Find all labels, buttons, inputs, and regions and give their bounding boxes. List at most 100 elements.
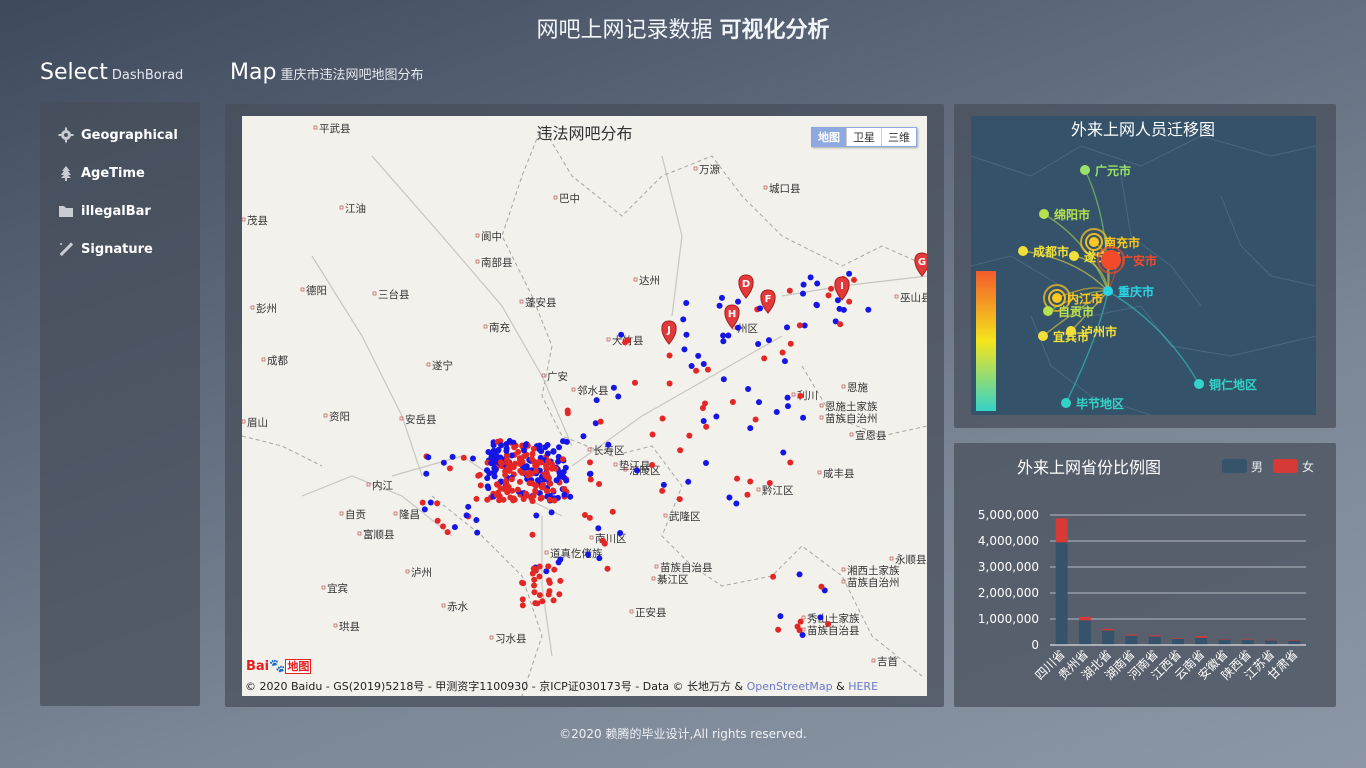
cafe-point[interactable] xyxy=(536,592,543,599)
cafe-point[interactable] xyxy=(532,482,539,489)
cafe-point[interactable] xyxy=(610,384,617,391)
cafe-point[interactable] xyxy=(784,394,791,401)
cafe-point[interactable] xyxy=(744,491,751,498)
cafe-point[interactable] xyxy=(660,481,667,488)
cafe-point[interactable] xyxy=(677,447,684,454)
cafe-point[interactable] xyxy=(725,332,732,339)
cafe-point[interactable] xyxy=(544,465,551,472)
cafe-point[interactable] xyxy=(783,324,790,331)
bar-female[interactable] xyxy=(1195,636,1208,638)
sidebar-item-geographical[interactable]: Geographical xyxy=(40,116,200,154)
visual-map-legend[interactable] xyxy=(976,271,996,411)
cafe-point[interactable] xyxy=(519,579,526,586)
cafe-point[interactable] xyxy=(601,540,608,547)
cafe-point[interactable] xyxy=(514,486,521,493)
cafe-point[interactable] xyxy=(434,517,441,524)
cafe-point[interactable] xyxy=(556,444,563,451)
cafe-point[interactable] xyxy=(538,494,545,501)
cafe-point[interactable] xyxy=(504,489,511,496)
cafe-point[interactable] xyxy=(716,302,723,309)
cafe-point[interactable] xyxy=(521,447,528,454)
cafe-point[interactable] xyxy=(427,499,434,506)
cafe-point[interactable] xyxy=(546,588,553,595)
cafe-point[interactable] xyxy=(525,472,532,479)
migration-city-绵阳市[interactable]: 绵阳市 xyxy=(1039,207,1090,222)
cafe-point[interactable] xyxy=(817,614,824,621)
cafe-point[interactable] xyxy=(477,482,484,489)
bar-female[interactable] xyxy=(1102,628,1115,631)
cafe-point[interactable] xyxy=(516,478,523,485)
baidu-map[interactable]: 平武县茂县江油巴中万源城口县阆中南部县德阳三台县达州彭州蓬安县南充大竹县成都遂宁… xyxy=(242,116,927,696)
cafe-point[interactable] xyxy=(615,393,622,400)
cafe-point[interactable] xyxy=(517,458,524,465)
cafe-point[interactable] xyxy=(825,621,832,628)
cafe-point[interactable] xyxy=(475,472,482,479)
cafe-point[interactable] xyxy=(713,413,720,420)
cafe-point[interactable] xyxy=(550,597,557,604)
cafe-point[interactable] xyxy=(545,563,552,570)
cafe-point[interactable] xyxy=(700,418,707,425)
cafe-point[interactable] xyxy=(567,493,574,500)
cafe-point[interactable] xyxy=(825,292,832,299)
cafe-point[interactable] xyxy=(555,559,562,566)
cafe-point[interactable] xyxy=(747,425,754,432)
cafe-point[interactable] xyxy=(522,441,529,448)
cafe-point[interactable] xyxy=(503,447,510,454)
cafe-point[interactable] xyxy=(800,281,807,288)
cafe-point[interactable] xyxy=(701,400,708,407)
cafe-point[interactable] xyxy=(498,442,505,449)
cafe-point[interactable] xyxy=(551,497,558,504)
cafe-point[interactable] xyxy=(561,485,568,492)
cafe-point[interactable] xyxy=(556,591,563,598)
cafe-point[interactable] xyxy=(539,598,546,605)
bar-male[interactable] xyxy=(1288,640,1301,645)
cafe-point[interactable] xyxy=(747,478,754,485)
cafe-point[interactable] xyxy=(780,449,787,456)
cafe-point[interactable] xyxy=(530,445,537,452)
cafe-point[interactable] xyxy=(649,431,656,438)
cafe-point[interactable] xyxy=(702,460,709,467)
cafe-point[interactable] xyxy=(631,379,638,386)
bar-female[interactable] xyxy=(1125,634,1138,636)
map-marker-f[interactable]: F xyxy=(760,289,776,314)
map-canvas[interactable]: 平武县茂县江油巴中万源城口县阆中南部县德阳三台县达州彭州蓬安县南充大竹县成都遂宁… xyxy=(242,116,927,696)
map-marker-i[interactable]: I xyxy=(834,276,850,301)
cafe-point[interactable] xyxy=(766,479,773,486)
cafe-point[interactable] xyxy=(846,270,853,277)
cafe-point[interactable] xyxy=(531,576,538,583)
cafe-point[interactable] xyxy=(547,480,554,487)
baidu-logo[interactable]: Bai🐾 地图 xyxy=(246,658,312,674)
map-type-3d-button[interactable]: 三维 xyxy=(881,128,916,146)
cafe-point[interactable] xyxy=(688,362,695,369)
cafe-point[interactable] xyxy=(440,523,447,530)
cafe-point[interactable] xyxy=(695,352,702,359)
bar-male[interactable] xyxy=(1218,639,1231,645)
cafe-point[interactable] xyxy=(818,583,825,590)
cafe-point[interactable] xyxy=(551,566,558,573)
cafe-point[interactable] xyxy=(837,321,844,328)
legend-item-male[interactable]: 男 xyxy=(1222,459,1263,474)
cafe-point[interactable] xyxy=(828,285,835,292)
cafe-point[interactable] xyxy=(770,573,777,580)
bar-female[interactable] xyxy=(1055,518,1068,543)
cafe-point[interactable] xyxy=(605,441,612,448)
cafe-point[interactable] xyxy=(521,464,528,471)
cafe-point[interactable] xyxy=(617,529,624,536)
cafe-point[interactable] xyxy=(531,582,538,589)
cafe-point[interactable] xyxy=(460,454,467,461)
cafe-point[interactable] xyxy=(473,495,480,502)
cafe-point[interactable] xyxy=(502,477,509,484)
cafe-point[interactable] xyxy=(593,397,600,404)
cafe-point[interactable] xyxy=(850,276,857,283)
bar-female[interactable] xyxy=(1218,639,1231,640)
cafe-point[interactable] xyxy=(761,355,768,362)
cafe-point[interactable] xyxy=(587,470,594,477)
bar-male[interactable] xyxy=(1148,636,1161,645)
cafe-point[interactable] xyxy=(703,423,710,430)
bar-male[interactable] xyxy=(1265,640,1278,645)
cafe-point[interactable] xyxy=(787,459,794,466)
cafe-point[interactable] xyxy=(564,410,571,417)
cafe-point[interactable] xyxy=(781,358,788,365)
cafe-point[interactable] xyxy=(659,487,666,494)
cafe-point[interactable] xyxy=(485,485,492,492)
